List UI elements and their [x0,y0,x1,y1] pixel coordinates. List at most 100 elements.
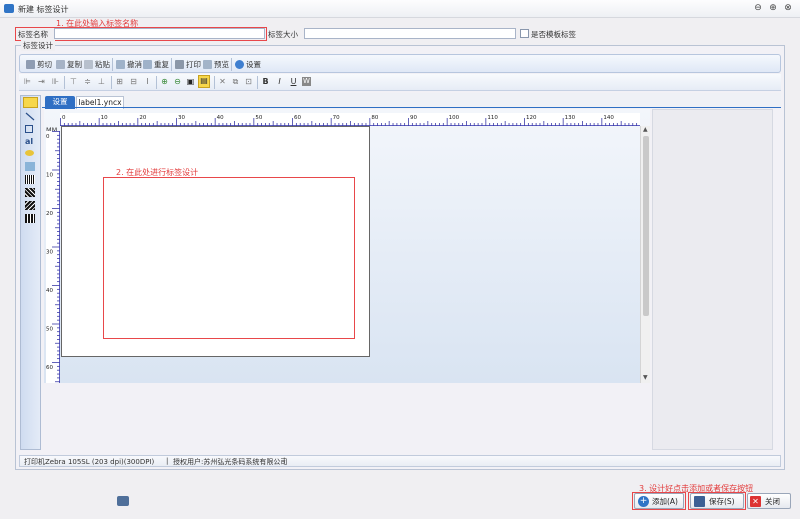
label-size-input[interactable] [304,28,516,39]
ungroup-icon[interactable]: ⊡ [244,77,253,86]
align-middle-icon[interactable]: ≑ [83,77,92,86]
word-wrap-icon[interactable]: W [302,77,311,86]
ruler-label: 50 [46,327,53,333]
datamatrix-tool-icon[interactable] [25,201,35,210]
zoom-out-icon[interactable]: ⊖ [173,77,182,86]
cut-button[interactable]: 剪切 [26,59,52,70]
scrollbar-thumb[interactable] [643,136,649,316]
grid-toggle-icon[interactable]: ▤ [198,75,210,88]
close-icon: ✕ [750,495,761,507]
vertical-scrollbar[interactable]: ▲ ▼ [640,126,650,383]
toolbar-separator [231,58,232,71]
printer-status: 打印机Zebra 105SL (203 dpi)(300DPI) [24,458,155,466]
pdf417-tool-icon[interactable] [25,214,35,223]
qrcode-tool-icon[interactable] [25,188,35,197]
label-size-label: 标签大小 [268,30,298,39]
ruler-label: 40 [46,288,53,294]
undo-label: 撤消 [127,60,142,69]
app-icon [4,4,14,13]
italic-icon[interactable]: I [275,77,284,86]
align-top-icon[interactable]: ⊤ [69,77,78,86]
close-button[interactable]: ✕ 关闭 [747,493,791,509]
print-label: 打印 [186,60,201,69]
undo-button[interactable]: 撤消 [116,59,142,70]
close-window-icon[interactable]: ⊗ [782,3,794,14]
right-panel [652,109,773,450]
ruler-label: 10 [101,115,108,121]
ruler-label: 30 [46,250,53,256]
line-tool-icon[interactable] [25,112,35,121]
same-height-icon[interactable]: ⊟ [129,77,138,86]
tab-file-label: label1.yncx [78,98,122,107]
printer-icon [175,60,184,69]
preview-label: 预览 [214,60,229,69]
ruler-label: 20 [139,115,146,121]
save-icon [694,495,705,507]
ruler-label: 0 [62,115,66,121]
bold-icon[interactable]: B [261,77,270,86]
preview-button[interactable]: 预览 [203,59,229,70]
template-checkbox[interactable] [520,29,529,38]
underline-icon[interactable]: U [289,77,298,86]
align-right-icon[interactable]: ⊪ [51,77,60,86]
tab-underline [42,107,781,108]
ruler-label: 110 [487,115,498,121]
zoom-in-icon[interactable]: ⊕ [160,77,169,86]
ruler-label: 90 [410,115,417,121]
license-status: 授权用户:苏州弘光条码系统有限公司 [173,458,288,466]
printer-settings-icon[interactable] [117,496,129,506]
scroll-up-icon[interactable]: ▲ [643,126,648,133]
scroll-down-icon[interactable]: ▼ [643,374,648,381]
status-separator: | [166,457,169,465]
copy-button[interactable]: 复制 [56,59,82,70]
toolbar-separator [257,76,258,89]
minimize-icon[interactable]: ⊖ [752,3,764,14]
toolbar-separator [171,58,172,71]
ruler-label: 60 [294,115,301,121]
settings-button[interactable]: 设置 [235,59,261,70]
maximize-icon[interactable]: ⊕ [767,3,779,14]
ruler-label: 10 [46,173,53,179]
ellipse-tool-icon[interactable] [25,150,34,156]
ruler-label: 60 [46,365,53,371]
horizontal-ruler-ticks: 0102030405060708090100110120130140150 [60,115,638,126]
ruler-label: 30 [178,115,185,121]
ruler-label: 0 [46,134,50,140]
fit-page-icon[interactable]: ▣ [186,77,195,86]
save-button-label: 保存(S) [709,496,735,506]
ruler-label: 80 [371,115,378,121]
text-tool-icon[interactable]: al [25,137,35,146]
align-left-icon[interactable]: ⊫ [23,77,32,86]
text-cursor-icon[interactable]: I [143,77,152,86]
rectangle-tool-icon[interactable] [25,125,33,133]
paste-button[interactable]: 粘贴 [84,59,110,70]
design-area-highlight [103,177,355,339]
template-checkbox-label: 是否模板标签 [531,30,576,39]
label-name-input[interactable] [54,28,265,39]
pointer-tool-icon[interactable] [23,97,38,108]
group-icon[interactable]: ⧉ [231,77,240,86]
ruler-label: 50 [255,115,262,121]
redo-icon [143,60,152,69]
cut-label: 剪切 [37,60,52,69]
redo-button[interactable]: 重复 [143,59,169,70]
main-toolbar: 剪切 复制 粘贴 撤消 重复 打印 预览 设置 [19,54,781,73]
window-title: 新建 标签设计 [18,5,69,14]
align-center-icon[interactable]: ⇥ [37,77,46,86]
image-tool-icon[interactable] [25,162,35,171]
paste-icon [84,60,93,69]
align-bottom-icon[interactable]: ⊥ [97,77,106,86]
vertical-ruler-ticks: 0 10 20 30 40 50 60 [46,131,60,383]
add-button-label: 添加(A) [652,496,678,506]
add-button[interactable]: + 添加(A) [634,493,684,509]
close-button-label: 关闭 [765,496,780,506]
copy-icon [56,60,65,69]
same-width-icon[interactable]: ⊞ [115,77,124,86]
print-button[interactable]: 打印 [175,59,201,70]
ruler-label: 70 [333,115,340,121]
delete-icon[interactable]: ✕ [218,77,227,86]
gear-icon [235,60,244,69]
format-toolbar: ⊫ ⇥ ⊪ ⊤ ≑ ⊥ ⊞ ⊟ I ⊕ ⊖ ▣ ▤ ✕ ⧉ ⊡ B I U W [19,74,781,91]
barcode-tool-icon[interactable] [25,175,35,184]
save-button[interactable]: 保存(S) [690,493,744,509]
